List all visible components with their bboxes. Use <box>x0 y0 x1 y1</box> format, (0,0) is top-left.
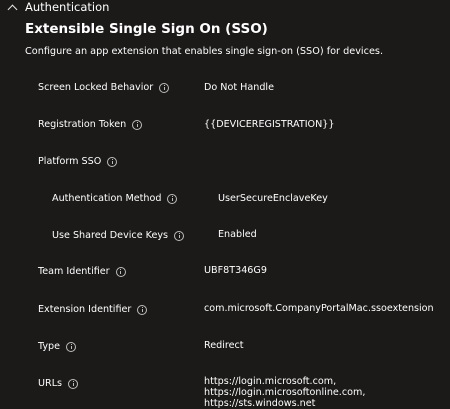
setting-label: Platform SSO <box>38 156 102 167</box>
setting-label: Registration Token <box>38 119 127 130</box>
setting-label: Use Shared Device Keys <box>52 230 169 241</box>
info-icon[interactable] <box>167 193 178 204</box>
page-title: Extensible Single Sign On (SSO) <box>25 21 268 37</box>
setting-value: UserSecureEnclaveKey <box>218 193 328 204</box>
setting-label: Team Identifier <box>38 266 110 277</box>
setting-label: Type <box>38 341 61 352</box>
setting-team-identifier: Team Identifier UBF8T346G9 <box>0 264 450 284</box>
page-description: Configure an app extension that enables … <box>25 46 384 57</box>
setting-screen-locked-behavior: Screen Locked Behavior Do Not Handle <box>0 80 450 100</box>
setting-value: Do Not Handle <box>204 82 274 93</box>
setting-value: https://login.microsoft.com, https://log… <box>204 376 366 409</box>
setting-label: Authentication Method <box>52 193 162 204</box>
section-header-authentication[interactable]: Authentication <box>7 0 110 14</box>
setting-urls: URLs https://login.microsoft.com, https:… <box>0 375 450 409</box>
setting-extension-identifier: Extension Identifier com.microsoft.Compa… <box>0 302 450 322</box>
setting-label: URLs <box>38 378 63 389</box>
info-icon[interactable] <box>137 304 148 315</box>
setting-value: Redirect <box>204 340 244 351</box>
info-icon[interactable] <box>66 341 77 352</box>
setting-use-shared-device-keys: Use Shared Device Keys Enabled <box>0 228 450 248</box>
info-icon[interactable] <box>174 230 185 241</box>
info-icon[interactable] <box>115 266 126 277</box>
setting-value: Enabled <box>218 229 257 240</box>
info-icon[interactable] <box>107 156 118 167</box>
info-icon[interactable] <box>159 82 170 93</box>
setting-label: Extension Identifier <box>38 304 132 315</box>
section-label: Authentication <box>25 0 110 14</box>
setting-registration-token: Registration Token {{DEVICEREGISTRATION}… <box>0 117 450 137</box>
setting-label: Screen Locked Behavior <box>38 82 154 93</box>
setting-platform-sso: Platform SSO <box>0 154 450 174</box>
setting-value: com.microsoft.CompanyPortalMac.ssoextens… <box>204 303 434 314</box>
info-icon[interactable] <box>68 378 79 389</box>
setting-authentication-method: Authentication Method UserSecureEnclaveK… <box>0 191 450 211</box>
setting-value: UBF8T346G9 <box>204 265 267 276</box>
info-icon[interactable] <box>132 119 143 130</box>
chevron-up-icon[interactable] <box>7 4 18 14</box>
setting-type: Type Redirect <box>0 339 450 359</box>
setting-value: {{DEVICEREGISTRATION}} <box>204 119 335 130</box>
